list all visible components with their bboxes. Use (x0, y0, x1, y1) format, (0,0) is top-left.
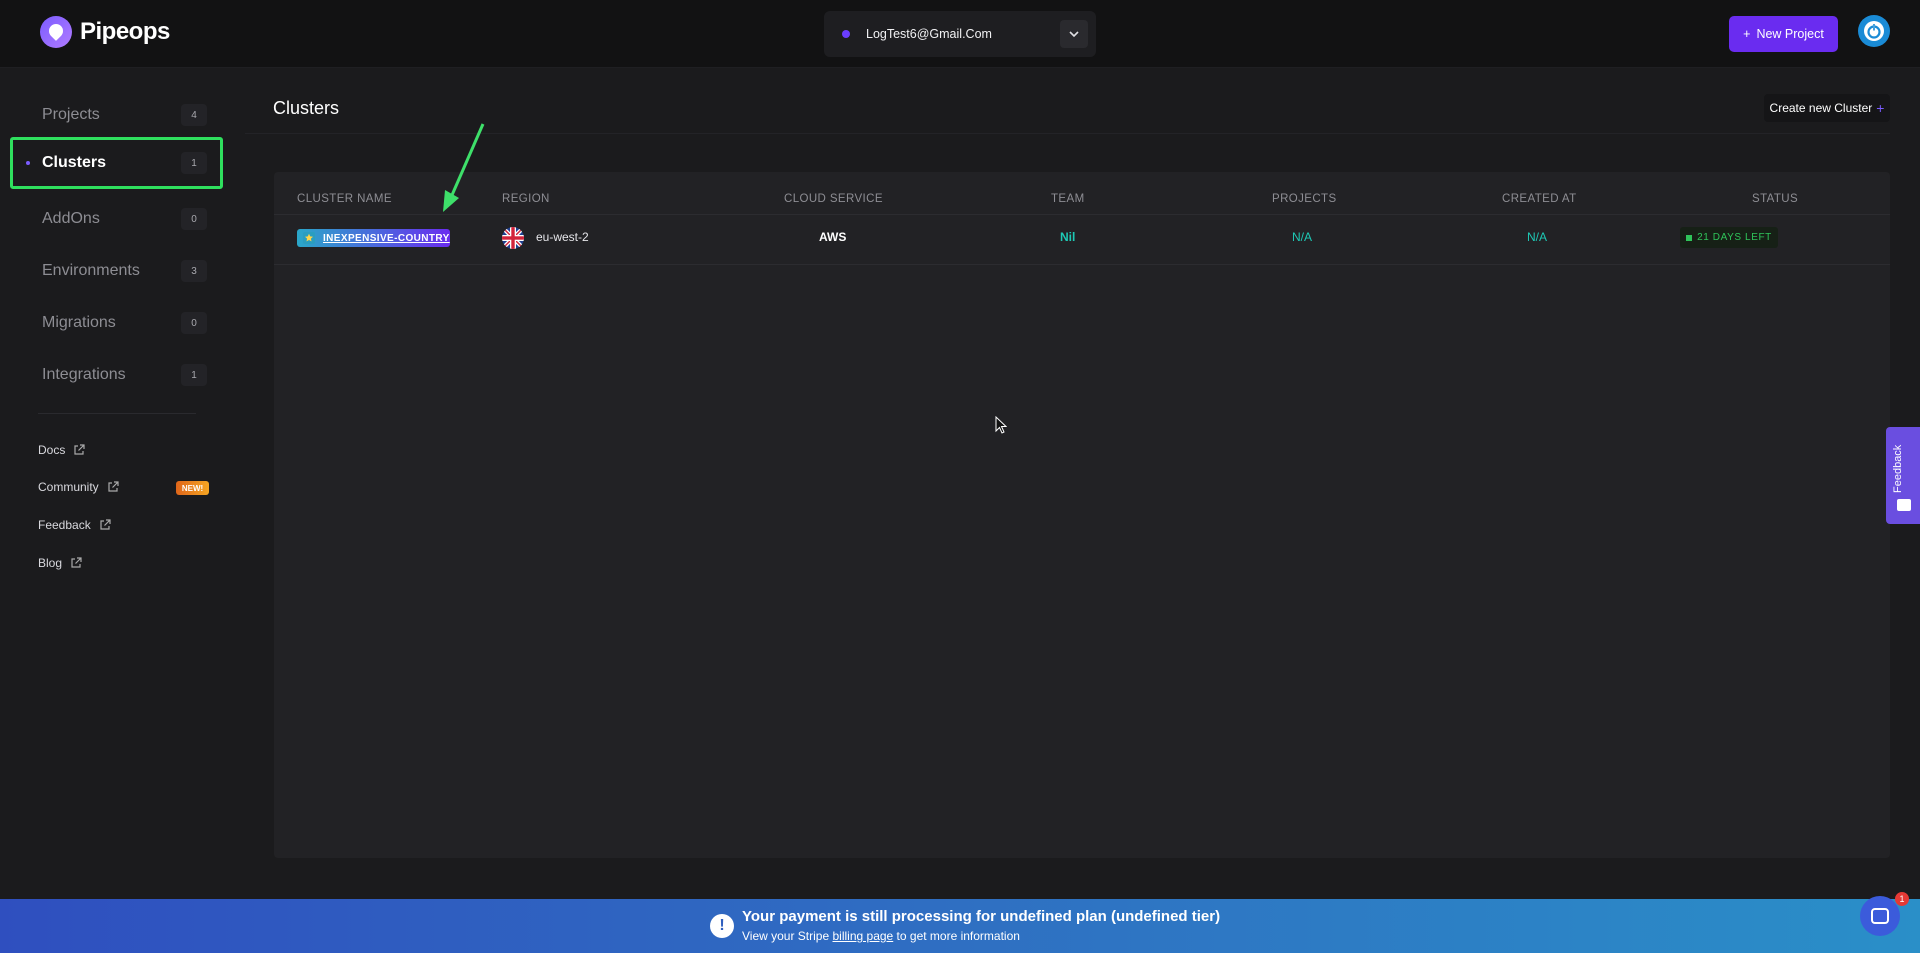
cloud-service-value: AWS (819, 230, 847, 244)
create-cluster-button[interactable]: Create new Cluster + (1764, 94, 1890, 122)
sidebar-item-label: Integrations (42, 366, 126, 383)
banner-sub-before: View your Stripe (742, 929, 833, 943)
active-bullet-icon (26, 161, 30, 165)
annotation-arrow-icon (443, 123, 485, 212)
external-link-icon (108, 481, 119, 492)
external-link-icon (100, 519, 111, 530)
blog-link[interactable]: Blog (38, 556, 82, 570)
blog-link-label: Blog (38, 556, 63, 570)
sidebar-item-migrations[interactable]: Migrations 0 (10, 297, 223, 349)
banner-sub-after: to get more information (893, 929, 1020, 943)
column-header-cloud-service[interactable]: CLOUD SERVICE (784, 193, 883, 205)
rocket-logo-icon (40, 16, 72, 48)
sidebar-item-count: 3 (181, 260, 207, 282)
sidebar-item-count: 4 (181, 104, 207, 126)
mouse-cursor-icon (995, 416, 1007, 434)
banner-title: Your payment is still processing for und… (742, 908, 1221, 925)
column-header-team[interactable]: TEAM (1051, 193, 1085, 205)
account-switcher[interactable]: LogTest6@Gmail.Com (824, 11, 1096, 57)
star-icon (303, 232, 315, 244)
feedback-side-tab[interactable]: Feedback (1886, 427, 1920, 524)
chevron-down-icon[interactable] (1060, 20, 1088, 48)
sidebar-item-label: AddOns (42, 210, 100, 227)
column-header-cluster-name[interactable]: CLUSTER NAME (297, 193, 392, 205)
page-title: Clusters (273, 98, 340, 118)
row-divider (274, 264, 1890, 265)
status-dot-icon (1686, 234, 1693, 241)
feedback-tab-label: Feedback (1892, 444, 1904, 493)
sidebar-item-environments[interactable]: Environments 3 (10, 245, 223, 297)
brand-name: Pipeops (80, 18, 170, 45)
header-divider (274, 214, 1890, 215)
sidebar-item-label: Migrations (42, 314, 116, 331)
power-icon[interactable] (1858, 15, 1890, 47)
top-header: Pipeops LogTest6@Gmail.Com + New Project (0, 0, 1920, 68)
alert-icon: ! (710, 914, 734, 938)
uk-flag-icon (502, 227, 524, 249)
billing-page-link[interactable]: billing page (833, 929, 894, 943)
column-header-status[interactable]: STATUS (1752, 193, 1798, 205)
sidebar-item-count: 1 (181, 364, 207, 386)
status-text: 21 DAYS LEFT (1697, 232, 1772, 243)
sidebar-item-count: 0 (181, 312, 207, 334)
external-link-icon (74, 444, 85, 455)
column-header-projects[interactable]: PROJECTS (1272, 193, 1337, 205)
sidebar-item-count: 1 (181, 152, 207, 174)
chat-launcher-button[interactable] (1860, 896, 1900, 936)
create-cluster-label: Create new Cluster (1769, 101, 1873, 115)
feedback-link-label: Feedback (38, 518, 91, 532)
region-value: eu-west-2 (536, 230, 589, 244)
sidebar: Projects 4 Clusters 1 AddOns 0 Environme… (0, 69, 225, 899)
community-link-label: Community (38, 480, 99, 494)
brand-logo[interactable]: Pipeops (40, 16, 170, 48)
banner-subtitle: View your Stripe billing page to get mor… (742, 929, 1020, 943)
feedback-link[interactable]: Feedback (38, 518, 111, 532)
status-badge: 21 DAYS LEFT (1680, 227, 1778, 248)
payment-banner: ! Your payment is still processing for u… (0, 899, 1920, 953)
sidebar-item-addons[interactable]: AddOns 0 (10, 193, 223, 245)
new-project-label: New Project (1756, 27, 1824, 41)
sidebar-item-label: Environments (42, 262, 140, 279)
created-at-value: N/A (1527, 230, 1548, 244)
sidebar-divider (38, 413, 196, 414)
sidebar-item-label: Clusters (42, 154, 107, 171)
docs-link-label: Docs (38, 443, 66, 457)
sidebar-item-count: 0 (181, 208, 207, 230)
cluster-name: INEXPENSIVE-COUNTRY (323, 232, 450, 244)
sidebar-item-label: Projects (42, 106, 100, 123)
sidebar-item-projects[interactable]: Projects 4 (10, 89, 223, 141)
clusters-table: CLUSTER NAME REGION CLOUD SERVICE TEAM P… (274, 172, 1890, 858)
docs-link[interactable]: Docs (38, 443, 85, 457)
sidebar-item-clusters[interactable]: Clusters 1 (10, 137, 223, 189)
team-value: Nil (1060, 230, 1076, 244)
new-project-button[interactable]: + New Project (1729, 16, 1838, 52)
new-badge: NEW! (176, 481, 209, 495)
plus-icon: + (1743, 27, 1751, 41)
chat-icon (1871, 908, 1889, 924)
chat-notification-badge: 1 (1895, 892, 1909, 906)
column-header-region[interactable]: REGION (502, 193, 550, 205)
feedback-icon (1897, 499, 1911, 511)
cluster-name-link[interactable]: INEXPENSIVE-COUNTRY (297, 229, 450, 247)
plus-icon: + (1876, 100, 1885, 116)
community-link[interactable]: Community (38, 480, 119, 494)
account-status-dot (842, 30, 850, 38)
sidebar-item-integrations[interactable]: Integrations 1 (10, 349, 223, 401)
external-link-icon (71, 557, 82, 568)
projects-value: N/A (1292, 230, 1313, 244)
account-email: LogTest6@Gmail.Com (866, 27, 992, 41)
column-header-created-at[interactable]: CREATED AT (1502, 193, 1577, 205)
